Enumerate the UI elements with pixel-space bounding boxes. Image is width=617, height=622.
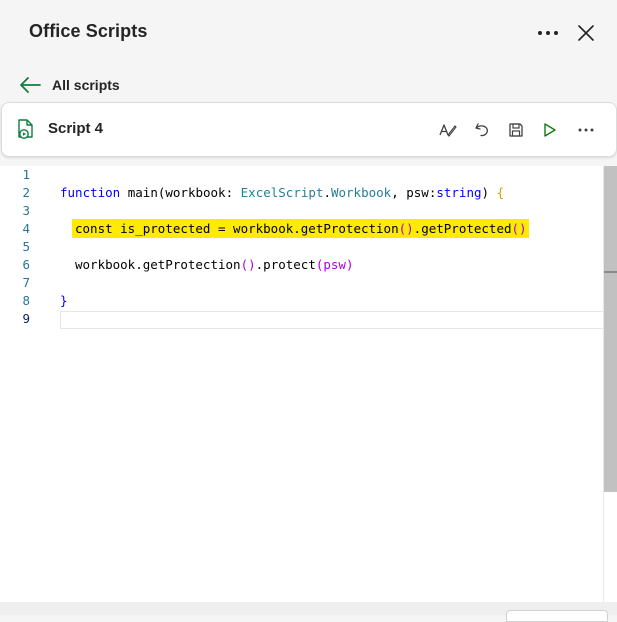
line-number: 4 [22,221,30,236]
bottom-button[interactable] [506,610,608,622]
code-token: main(workbook: [120,185,241,200]
code-token: (psw) [315,257,354,272]
undo-button[interactable] [469,117,495,143]
code-token: Workbook [330,185,392,200]
run-button[interactable] [537,117,563,143]
code-token: ExcelScript [240,185,324,200]
line-number: 2 [22,185,30,200]
spell-check-icon [439,124,457,137]
line-number: 1 [22,167,30,182]
script-name: Script 4 [48,120,104,137]
task-pane-header: Office Scripts [0,0,617,68]
undo-icon [475,123,488,137]
editor-scrollbar-thumb[interactable] [604,166,617,492]
code-editor[interactable]: 1 2 3 4 5 6 7 8 9 function main(workbook… [0,166,617,602]
highlighted-selection: const is_protected = workbook.getProtect… [72,219,529,238]
line-number: 3 [22,203,30,218]
script-file-icon [18,119,33,139]
code-token: const is_protected = workbook.getProtect… [75,221,399,236]
arrow-left-icon [20,77,41,93]
all-scripts-link[interactable]: All scripts [18,70,120,100]
code-token: () [511,221,527,236]
script-more-button[interactable] [573,117,599,143]
code-line-8: } [60,292,68,310]
code-token: ) [481,185,497,200]
code-token: () [398,221,414,236]
code-token: string [436,185,482,200]
line-number: 7 [22,275,30,290]
pane-title: Office Scripts [29,21,148,41]
code-line-2: function main(workbook: ExcelScript.Work… [60,184,504,202]
close-pane-button[interactable] [570,17,602,49]
code-token: function [60,185,121,200]
code-line-4: const is_protected = workbook.getProtect… [72,219,529,238]
code-token: . [323,185,331,200]
line-number: 6 [22,257,30,272]
script-header-card: Script 4 [1,102,617,157]
save-button[interactable] [503,117,529,143]
save-icon [509,123,523,137]
close-icon [578,25,594,41]
more-options-button[interactable] [531,19,565,47]
line-number: 5 [22,239,30,254]
code-token: .getProtected [413,221,512,236]
line-number: 8 [22,293,30,308]
code-token: workbook.getProtection [75,257,241,272]
more-horizontal-icon [538,31,558,35]
code-token: } [60,293,68,308]
code-token: { [496,185,505,200]
code-line-6: workbook.getProtection().protect(psw) [75,256,354,274]
line-number: 9 [22,311,30,326]
current-line-indicator [60,311,617,329]
code-token: .protect [255,257,316,272]
all-scripts-label: All scripts [52,77,120,93]
spell-check-button[interactable] [435,117,461,143]
run-icon [544,123,556,137]
scrollbar-position-marker [604,271,617,273]
more-horizontal-icon [578,128,594,132]
code-token: () [240,257,256,272]
code-token: , psw: [391,185,437,200]
